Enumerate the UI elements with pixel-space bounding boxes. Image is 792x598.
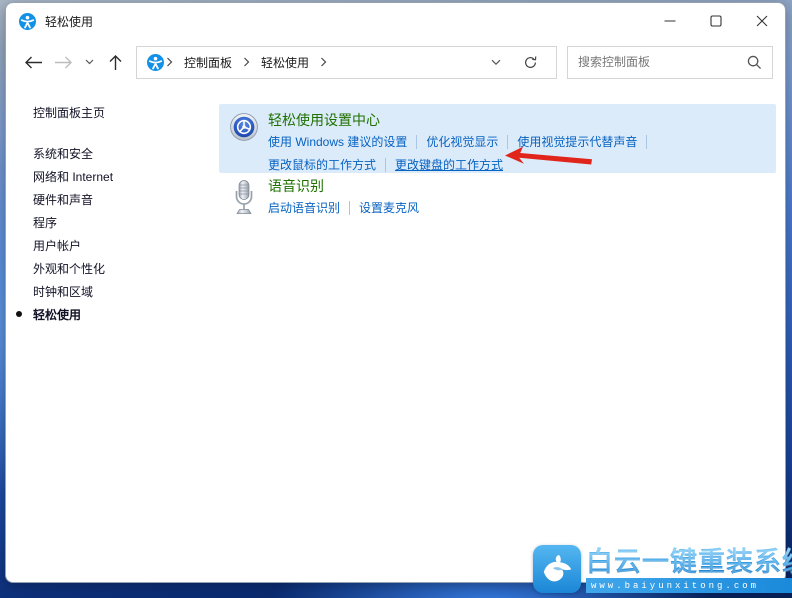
navigation-toolbar: 控制面板 轻松使用 bbox=[6, 39, 785, 85]
sidebar-item-clock-region[interactable]: 时钟和区域 bbox=[33, 280, 219, 303]
section-speech-recognition: 语音识别 启动语音识别 设置麦克风 bbox=[219, 177, 776, 219]
forward-button[interactable] bbox=[48, 47, 78, 77]
search-icon[interactable] bbox=[747, 55, 762, 70]
chevron-right-icon[interactable] bbox=[241, 57, 252, 67]
sidebar-item-label: 硬件和声音 bbox=[33, 193, 94, 207]
search-input[interactable] bbox=[578, 55, 747, 69]
minimize-icon bbox=[664, 20, 676, 22]
back-arrow-icon bbox=[24, 56, 42, 68]
sidebar-item-appearance-personalization[interactable]: 外观和个性化 bbox=[33, 257, 219, 280]
link-use-windows-suggested-settings[interactable]: 使用 Windows 建议的设置 bbox=[268, 133, 407, 150]
ease-of-access-icon bbox=[147, 53, 164, 71]
title-bar[interactable]: 轻松使用 bbox=[6, 3, 785, 39]
link-change-how-keyboard-works[interactable]: 更改键盘的工作方式 bbox=[395, 156, 503, 173]
sidebar: 控制面板主页 系统和安全 网络和 Internet 硬件和声音 程序 用户帐户 … bbox=[6, 85, 219, 326]
link-change-how-mouse-works[interactable]: 更改鼠标的工作方式 bbox=[268, 156, 376, 173]
refresh-icon[interactable] bbox=[523, 55, 538, 70]
sidebar-item-system-security[interactable]: 系统和安全 bbox=[33, 142, 219, 165]
ease-of-access-icon bbox=[19, 12, 36, 30]
link-optimize-visual-display[interactable]: 优化视觉显示 bbox=[426, 133, 498, 150]
breadcrumb-bar[interactable]: 控制面板 轻松使用 bbox=[136, 45, 557, 79]
watermark-url: www.baiyunxitong.com bbox=[586, 578, 792, 593]
sidebar-item-label: 系统和安全 bbox=[33, 147, 94, 161]
breadcrumb-control-panel[interactable]: 控制面板 bbox=[175, 54, 241, 71]
sidebar-item-label: 用户帐户 bbox=[33, 239, 82, 253]
minimize-button[interactable] bbox=[647, 3, 693, 39]
control-panel-window: 轻松使用 控制面板 轻松使用 搜索控制面板 控制面板主页 系统和安全 网络和 I… bbox=[5, 2, 786, 583]
sidebar-item-label: 网络和 Internet bbox=[33, 170, 114, 184]
task-link-row: 使用 Windows 建议的设置 优化视觉显示 使用视觉提示代替声音 bbox=[268, 130, 656, 153]
link-separator bbox=[646, 134, 648, 149]
address-dropdown-chevron-icon[interactable] bbox=[491, 59, 501, 66]
task-link-row: 启动语音识别 设置麦克风 bbox=[268, 196, 419, 219]
sidebar-item-hardware-sound[interactable]: 硬件和声音 bbox=[33, 188, 219, 211]
up-arrow-icon bbox=[109, 54, 121, 70]
active-item-bullet bbox=[16, 311, 22, 317]
forward-arrow-icon bbox=[54, 56, 72, 68]
sidebar-item-label: 外观和个性化 bbox=[33, 262, 106, 276]
link-start-speech-recognition[interactable]: 启动语音识别 bbox=[268, 199, 340, 216]
watermark-title: 白云一键重装系统 bbox=[586, 547, 792, 578]
section-title-speech-recognition[interactable]: 语音识别 bbox=[268, 177, 419, 196]
sidebar-item-label: 轻松使用 bbox=[33, 308, 82, 322]
sidebar-item-label: 时钟和区域 bbox=[33, 285, 94, 299]
sidebar-item-control-panel-home[interactable]: 控制面板主页 bbox=[33, 104, 219, 121]
watermark-logo: 白云一键重装系统 www.baiyunxitong.com bbox=[533, 545, 792, 593]
bird-logo-icon bbox=[533, 545, 581, 593]
back-button[interactable] bbox=[18, 47, 48, 77]
maximize-button[interactable] bbox=[693, 3, 739, 39]
ease-of-access-center-icon[interactable] bbox=[229, 111, 259, 166]
red-annotation-arrow bbox=[504, 146, 594, 168]
sidebar-item-programs[interactable]: 程序 bbox=[33, 211, 219, 234]
sidebar-item-ease-of-access[interactable]: 轻松使用 bbox=[16, 303, 219, 326]
breadcrumb-ease-of-access[interactable]: 轻松使用 bbox=[252, 54, 318, 71]
close-button[interactable] bbox=[739, 3, 785, 39]
chevron-right-icon[interactable] bbox=[318, 57, 329, 67]
link-set-up-microphone[interactable]: 设置麦克风 bbox=[359, 199, 419, 216]
close-icon bbox=[756, 15, 768, 27]
sidebar-item-network-internet[interactable]: 网络和 Internet bbox=[33, 165, 219, 188]
link-separator bbox=[416, 134, 418, 149]
section-ease-of-access-center: 轻松使用设置中心 使用 Windows 建议的设置 优化视觉显示 使用视觉提示代… bbox=[219, 104, 776, 173]
link-separator bbox=[385, 157, 387, 172]
up-button[interactable] bbox=[100, 47, 130, 77]
chevron-down-icon bbox=[85, 59, 93, 65]
search-box[interactable] bbox=[567, 45, 773, 79]
chevron-right-icon[interactable] bbox=[164, 57, 175, 67]
window-title: 轻松使用 bbox=[45, 14, 94, 29]
microphone-icon[interactable] bbox=[229, 177, 259, 219]
maximize-icon bbox=[710, 15, 722, 27]
section-title-ease-of-access-center[interactable]: 轻松使用设置中心 bbox=[268, 111, 656, 130]
window-body: 控制面板主页 系统和安全 网络和 Internet 硬件和声音 程序 用户帐户 … bbox=[6, 85, 785, 582]
link-separator bbox=[349, 200, 351, 215]
sidebar-item-label: 程序 bbox=[33, 216, 58, 230]
task-link-row: 更改鼠标的工作方式 更改键盘的工作方式 bbox=[268, 153, 656, 176]
recent-pages-dropdown[interactable] bbox=[78, 47, 100, 77]
sidebar-item-user-accounts[interactable]: 用户帐户 bbox=[33, 234, 219, 257]
